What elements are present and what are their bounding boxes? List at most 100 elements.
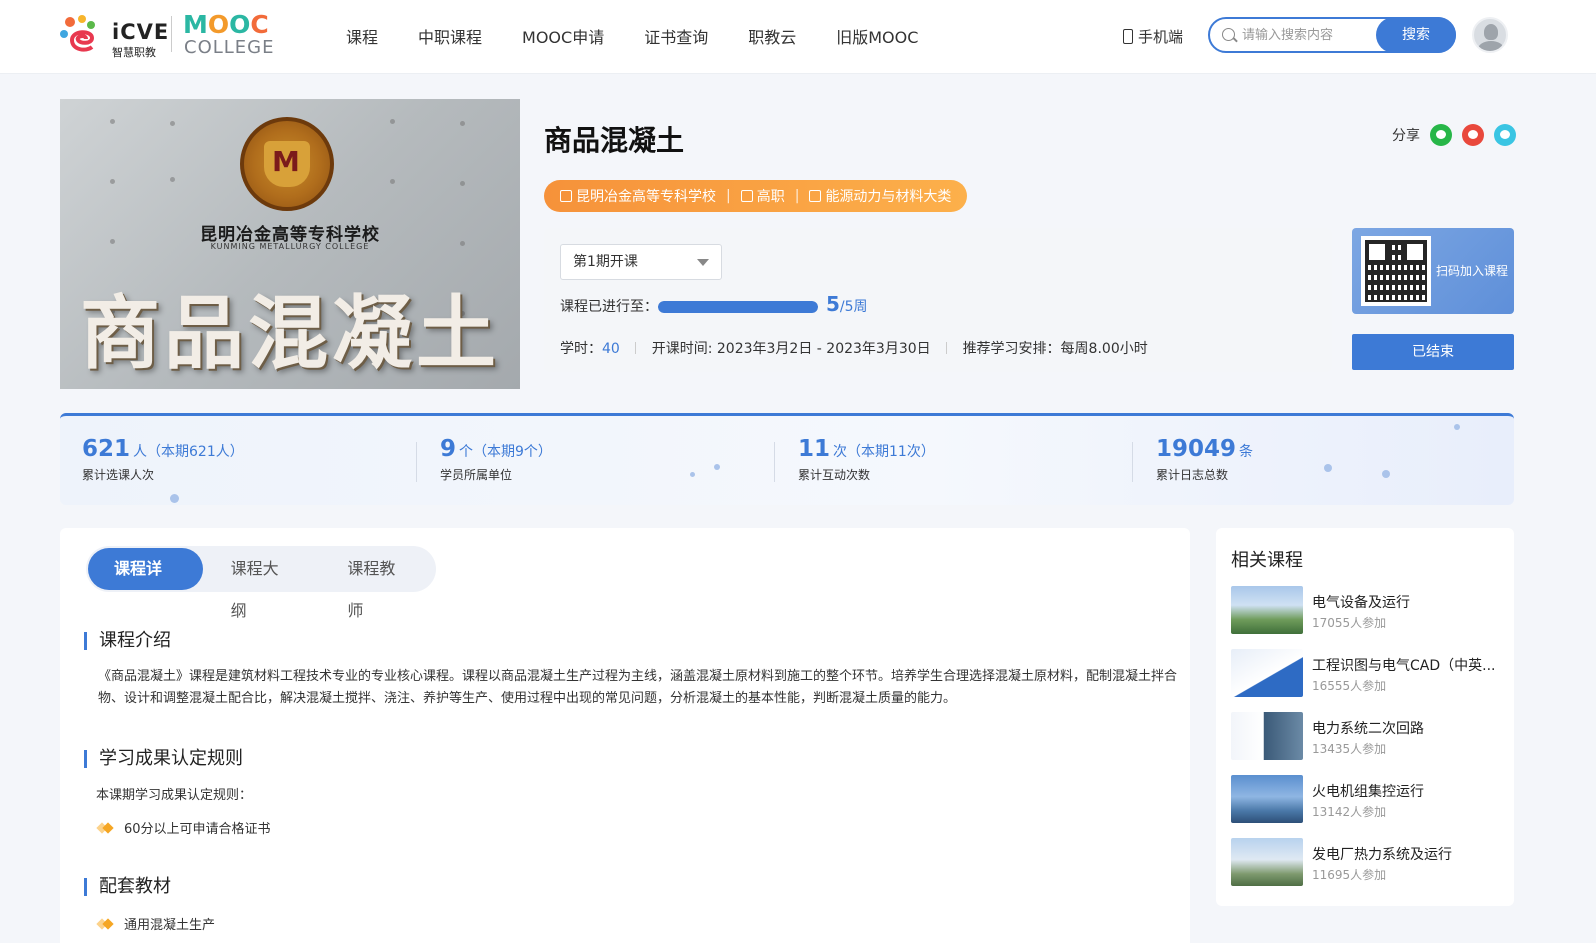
tab-course-teachers[interactable]: 课程教师 — [321, 548, 436, 620]
nav-item-courses[interactable]: 课程 — [346, 24, 378, 48]
search-box: 搜索 — [1208, 17, 1456, 53]
stat-divider — [1132, 442, 1133, 482]
section-title-intro: 课程介绍 — [84, 632, 171, 650]
related-course-name: 工程识图与电气CAD（中英... — [1312, 658, 1496, 674]
course-title: 商品混凝土 — [544, 124, 685, 157]
stat-units: 9 个（本期9个） 学员所属单位 — [440, 436, 552, 483]
course-info-box: 第1期开课 课程已进行至： 5/5周 学时：40 开课时间: 2023年3月2日… — [544, 228, 1332, 372]
school-seal-logo — [240, 117, 334, 211]
stat-enrollments-value: 621 — [82, 436, 131, 462]
stat-enrollments-label: 累计选课人次 — [82, 468, 155, 482]
related-course-item[interactable]: 发电厂热力系统及运行 11695人参加 — [1231, 838, 1501, 886]
stat-units-unit: 个（本期9个） — [459, 444, 552, 460]
stat-interactions-label: 累计互动次数 — [798, 468, 871, 482]
course-stats: 621 人（本期621人） 累计选课人次 9 个（本期9个） 学员所属单位 11 次（… — [60, 413, 1514, 505]
course-detail-panel: 课程详情 课程大纲 课程教师 课程介绍 《商品混凝土》课程是建筑材料工程技术专业… — [60, 528, 1190, 943]
stat-units-label: 学员所属单位 — [440, 468, 513, 482]
tag-level[interactable]: 高职 — [740, 186, 785, 206]
tag-divider: | — [794, 188, 800, 204]
qr-join-card[interactable]: 扫码加入课程 — [1352, 228, 1514, 314]
related-course-thumbnail — [1231, 838, 1303, 886]
stat-interactions-value: 11 — [798, 436, 831, 462]
course-meta: 学时：40 开课时间: 2023年3月2日 - 2023年3月30日 推荐学习安… — [560, 338, 1148, 358]
related-course-count: 11695人参加 — [1312, 868, 1387, 882]
building-icon — [560, 190, 572, 202]
stat-enrollments: 621 人（本期621人） 累计选课人次 — [82, 436, 244, 483]
user-avatar[interactable] — [1472, 17, 1508, 53]
course-cover-image: 昆明冶金高等专科学校 KUNMING METALLURGY COLLEGE 商品… — [60, 99, 520, 389]
study-plan-text: 推荐学习安排：每周8.00小时 — [962, 341, 1148, 357]
tag-divider: | — [726, 188, 731, 204]
tab-course-details[interactable]: 课程详情 — [88, 548, 203, 620]
related-course-item[interactable]: 电力系统二次回路 13435人参加 — [1231, 712, 1501, 760]
progress-weeks: 5/5周 — [826, 292, 868, 316]
term-select-value: 第1期开课 — [573, 254, 638, 270]
progress-label: 课程已进行至： — [560, 299, 658, 315]
qq-share-icon[interactable] — [1494, 124, 1516, 146]
mobile-link[interactable]: 手机端 — [1123, 26, 1183, 47]
stat-divider — [774, 442, 775, 482]
stat-interactions-unit: 次（本期11次） — [833, 444, 935, 460]
tag-category-label: 能源动力与材料大类 — [825, 189, 952, 205]
related-course-item[interactable]: 工程识图与电气CAD（中英... 16555人参加 — [1231, 649, 1501, 697]
rules-item-text: 60分以上可申请合格证书 — [124, 822, 271, 837]
nav-item-zhijiaoyun[interactable]: 职教云 — [748, 24, 796, 48]
section-title-textbooks: 配套教材 — [84, 878, 171, 896]
mobile-label: 手机端 — [1138, 28, 1184, 46]
related-courses-title: 相关课程 — [1231, 550, 1303, 571]
cover-course-title: 商品混凝土 — [80, 287, 500, 380]
related-course-item[interactable]: 火电机组集控运行 13142人参加 — [1231, 775, 1501, 823]
term-select[interactable]: 第1期开课 — [560, 244, 722, 280]
section-title-rules: 学习成果认定规则 — [84, 750, 243, 768]
search-button[interactable]: 搜索 — [1376, 17, 1456, 53]
textbook-item[interactable]: 通用混凝土生产 — [98, 914, 215, 933]
cover-school-name-en: KUNMING METALLURGY COLLEGE — [210, 242, 370, 251]
tag-category[interactable]: 能源动力与材料大类 — [809, 186, 951, 206]
phone-icon — [1123, 29, 1133, 44]
progress-bar — [658, 301, 818, 313]
meta-divider — [946, 342, 948, 354]
tag-school[interactable]: 昆明冶金高等专科学校 — [560, 186, 716, 206]
tag-level-label: 高职 — [756, 189, 785, 205]
tab-course-outline[interactable]: 课程大纲 — [205, 548, 320, 620]
related-course-item[interactable]: 电气设备及运行 17055人参加 — [1231, 586, 1501, 634]
top-header: iCVE 智慧职教 MOOC COLLEGE 课程 中职课程 MOOC申请 证书… — [0, 0, 1596, 74]
mooc-subtitle: COLLEGE — [184, 37, 275, 58]
related-course-count: 13435人参加 — [1312, 742, 1387, 756]
hours-value: 40 — [602, 341, 620, 357]
related-course-name: 电力系统二次回路 — [1312, 721, 1424, 737]
stat-interactions: 11 次（本期11次） 累计互动次数 — [798, 436, 935, 483]
mooc-wordmark: MOOC — [183, 10, 269, 39]
search-icon — [1222, 28, 1235, 41]
nav-item-mooc-apply[interactable]: MOOC申请 — [522, 24, 604, 48]
related-course-name: 电气设备及运行 — [1312, 595, 1410, 611]
search-input[interactable] — [1242, 25, 1372, 45]
detail-tabs: 课程详情 课程大纲 课程教师 — [86, 546, 436, 620]
nav-item-old-mooc[interactable]: 旧版MOOC — [836, 24, 918, 48]
tag-school-label: 昆明冶金高等专科学校 — [576, 189, 716, 205]
book-icon — [809, 190, 822, 202]
related-course-count: 16555人参加 — [1312, 679, 1387, 693]
schedule-text: 开课时间: 2023年3月2日 - 2023年3月30日 — [651, 341, 931, 357]
icve-title: iCVE — [112, 20, 170, 44]
related-course-thumbnail — [1231, 586, 1303, 634]
stat-logs: 19049 条 累计日志总数 — [1156, 436, 1253, 483]
stat-logs-label: 累计日志总数 — [1156, 468, 1229, 482]
stat-logs-unit: 条 — [1239, 444, 1254, 460]
progress-total-weeks: /5周 — [839, 299, 868, 315]
main-nav: 课程 中职课程 MOOC申请 证书查询 职教云 旧版MOOC — [346, 24, 958, 48]
icve-subtitle: 智慧职教 — [112, 46, 156, 59]
hours-label: 学时： — [560, 341, 602, 357]
stat-logs-value: 19049 — [1156, 436, 1237, 462]
related-course-thumbnail — [1231, 775, 1303, 823]
mooc-college-logo[interactable]: MOOC COLLEGE — [183, 10, 283, 58]
diamond-bullet-icon — [98, 919, 116, 929]
nav-item-secondary-courses[interactable]: 中职课程 — [418, 24, 482, 48]
icve-logo[interactable]: iCVE 智慧职教 — [58, 12, 168, 59]
nav-item-certificate-query[interactable]: 证书查询 — [644, 24, 708, 48]
weibo-share-icon[interactable] — [1462, 124, 1484, 146]
share-label: 分享 — [1392, 128, 1420, 144]
wechat-share-icon[interactable] — [1430, 124, 1452, 146]
course-status-button[interactable]: 已结束 — [1352, 334, 1514, 370]
chevron-down-icon — [697, 259, 709, 266]
